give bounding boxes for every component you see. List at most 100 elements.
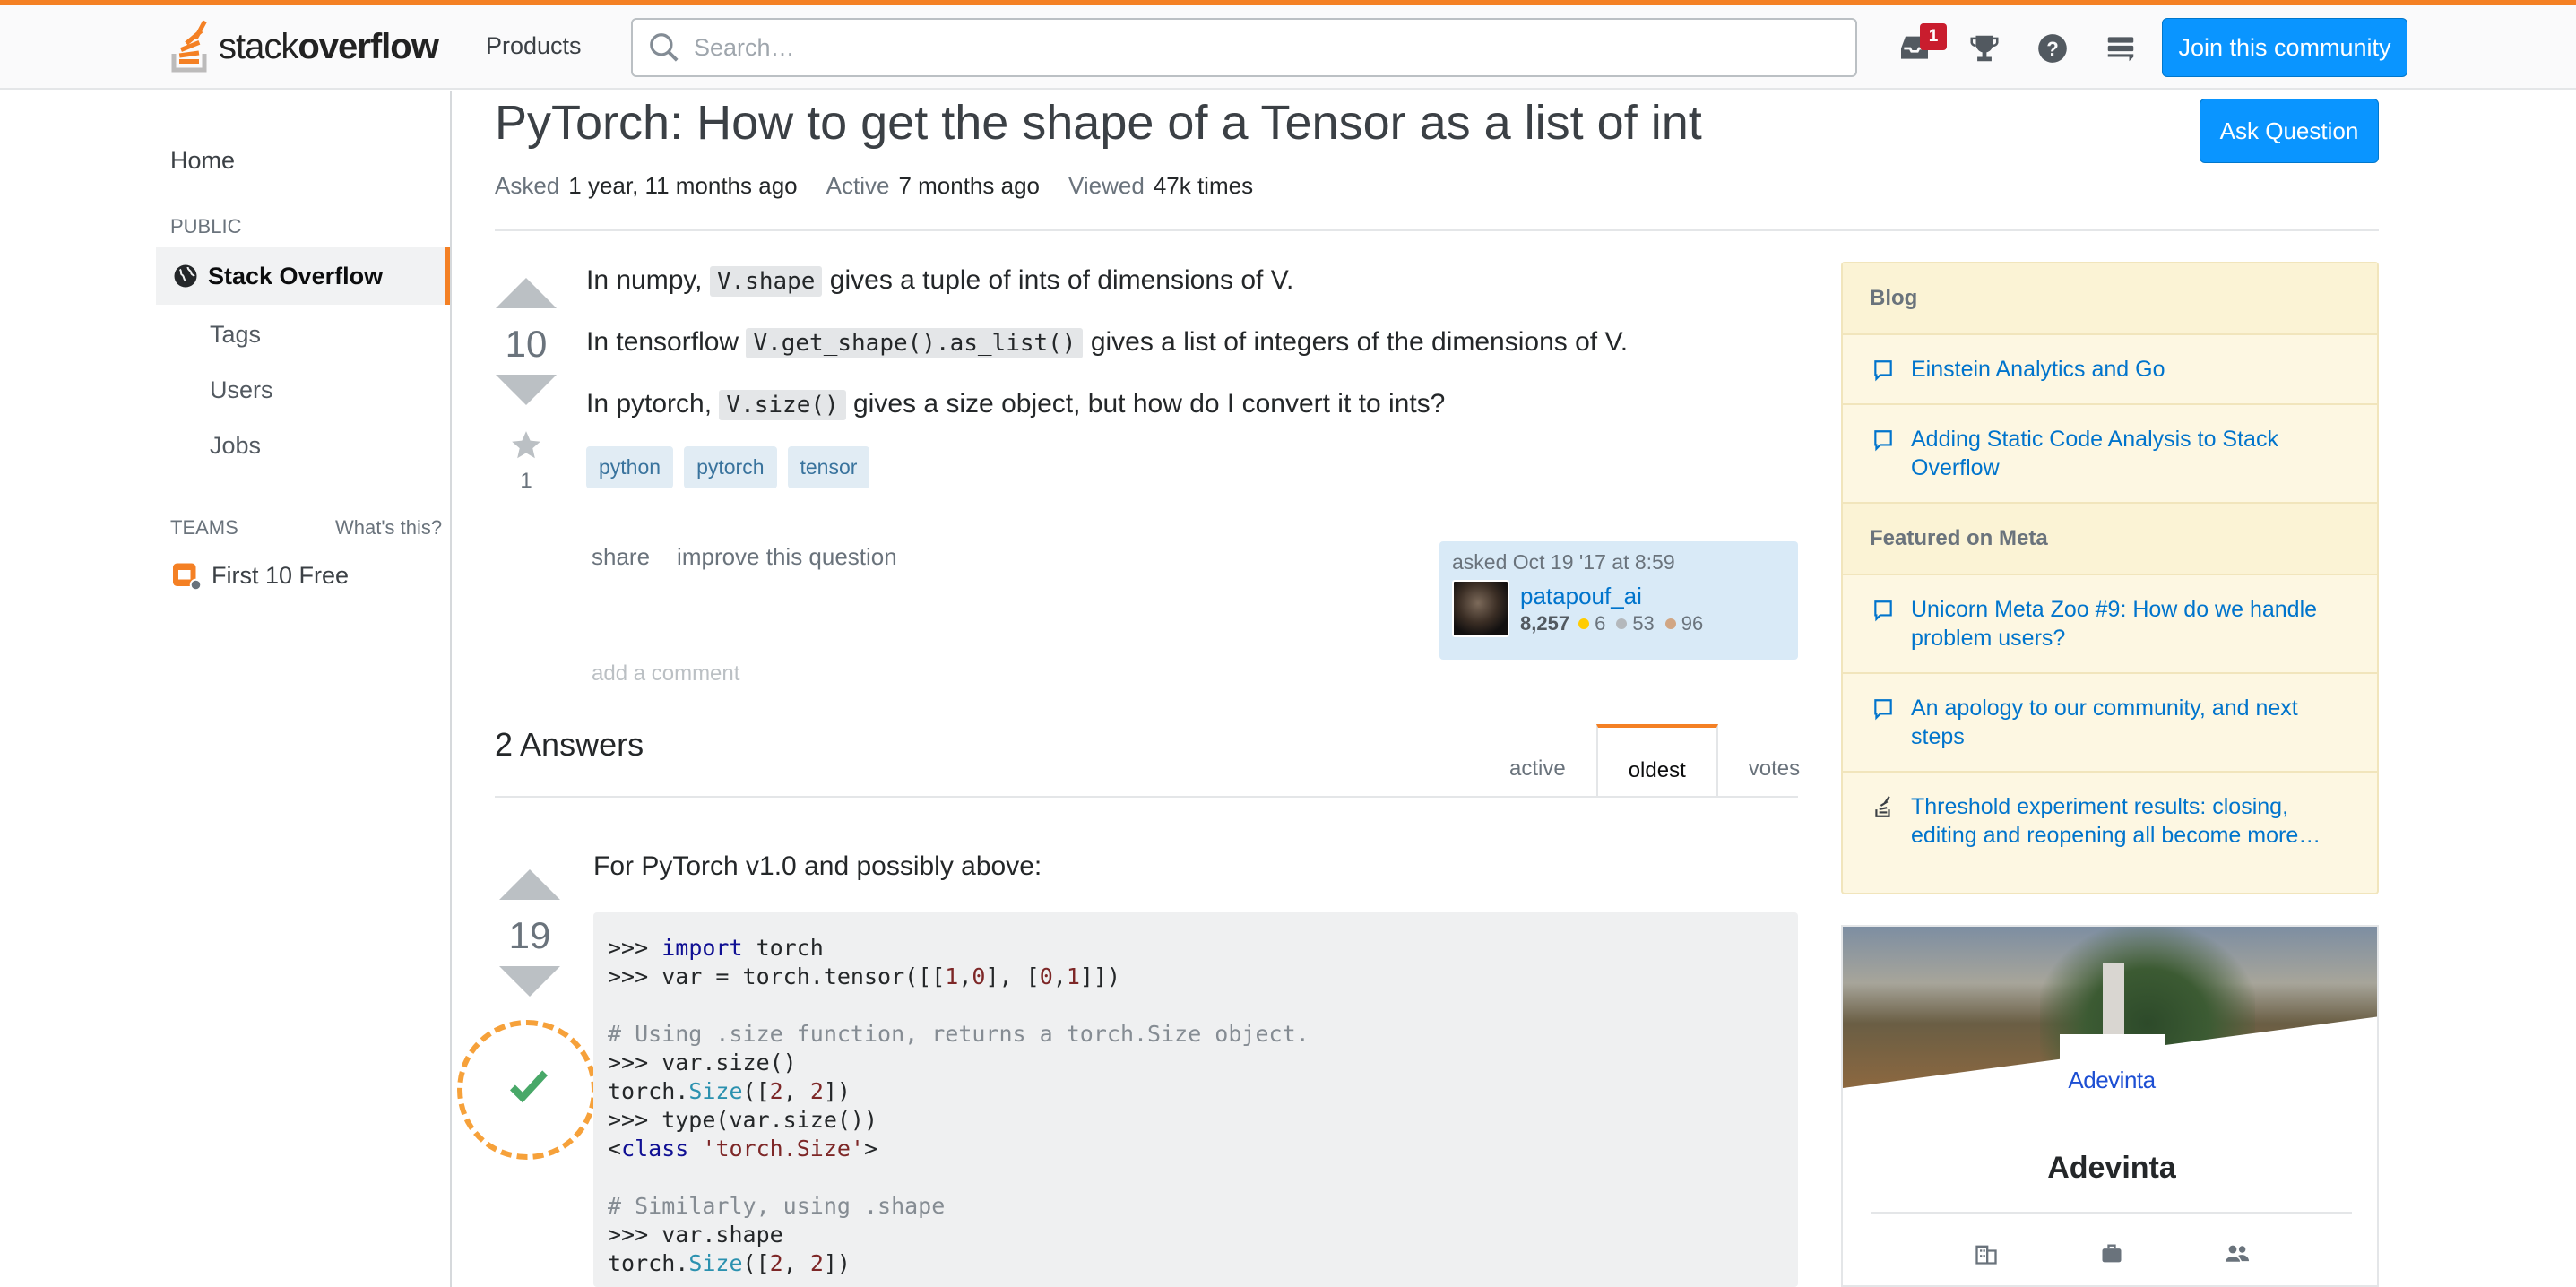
meta-item[interactable]: Unicorn Meta Zoo #9: How do we handle pr… (1843, 575, 2377, 674)
answer-code-block: >>> import torch >>> var = torch.tensor(… (593, 912, 1798, 1287)
upvote-arrow-icon[interactable] (496, 278, 557, 308)
question-body: In numpy, V.shape gives a tuple of ints … (586, 260, 1796, 445)
meta-item-title: Threshold experiment results: closing, e… (1911, 794, 2321, 848)
nav-public-heading: PUBLIC (170, 215, 242, 238)
meta-item-title: An apology to our community, and next st… (1911, 695, 2298, 749)
search-icon (650, 33, 679, 62)
speech-bubble-icon (1874, 360, 1892, 382)
blog-heading: Blog (1843, 263, 2377, 335)
answer-vote-column: 19 (498, 869, 561, 997)
company-ad-box[interactable]: Adevinta Adevinta (1841, 925, 2379, 1287)
nav-stack-overflow[interactable]: Stack Overflow (156, 247, 450, 305)
answers-divider (495, 796, 1798, 798)
accepted-check-icon (504, 1063, 554, 1118)
blog-item[interactable]: Einstein Analytics and Go (1843, 335, 2377, 405)
silver-badge-icon (1616, 618, 1628, 629)
meta-item[interactable]: An apology to our community, and next st… (1843, 674, 2377, 773)
inline-code: V.shape (709, 266, 823, 297)
products-menu[interactable]: Products (486, 32, 582, 60)
add-comment-link[interactable]: add a comment (592, 661, 739, 687)
question-post-menu: share improve this question (592, 543, 897, 571)
tag-tensor[interactable]: tensor (787, 446, 870, 488)
favorite-star-icon[interactable] (495, 428, 558, 467)
company-logo-text: Adevinta (2068, 1067, 2156, 1093)
meta-item-title: Unicorn Meta Zoo #9: How do we handle pr… (1911, 597, 2318, 651)
teams-first-free-link[interactable]: First 10 Free (170, 559, 349, 592)
teams-first-free-label: First 10 Free (212, 561, 350, 589)
site-switcher-icon[interactable] (2101, 29, 2140, 68)
bronze-badge-icon (1664, 618, 1676, 629)
question-paragraph: In pytorch, V.size() gives a size object… (586, 389, 1446, 420)
company-icon-row (1843, 1240, 2377, 1267)
left-sidebar: Home PUBLIC Stack Overflow Tags Users Jo… (0, 91, 452, 1287)
blog-item-title: Einstein Analytics and Go (1911, 357, 2165, 382)
tag-pytorch[interactable]: pytorch (684, 446, 777, 488)
speech-bubble-icon (1874, 699, 1892, 721)
logo-wordmark: stackoverflow (219, 26, 439, 66)
nav-users[interactable]: Users (210, 376, 273, 404)
header-divider (495, 229, 2379, 231)
question-tags: python pytorch tensor (586, 446, 870, 488)
bronze-badge-count: 96 (1681, 611, 1704, 635)
tab-oldest[interactable]: oldest (1595, 724, 1718, 798)
asked-timestamp: asked Oct 19 '17 at 8:59 (1452, 550, 1675, 574)
avatar[interactable] (1452, 580, 1509, 637)
teams-briefcase-icon (173, 563, 203, 592)
help-icon[interactable]: ? (2033, 29, 2072, 68)
nav-home[interactable]: Home (170, 147, 235, 175)
inline-code: V.get_shape().as_list() (746, 328, 1084, 358)
meta-item[interactable]: Threshold experiment results: closing, e… (1843, 773, 2377, 869)
tab-votes[interactable]: votes (1718, 724, 1830, 798)
blog-item[interactable]: Adding Static Code Analysis to Stack Ove… (1843, 405, 2377, 504)
meta-viewed: Viewed 47k times (1068, 172, 1254, 199)
teams-whats-this-link[interactable]: What's this? (335, 516, 442, 540)
nav-jobs[interactable]: Jobs (210, 432, 261, 460)
tab-active[interactable]: active (1479, 724, 1596, 798)
ask-question-button[interactable]: Ask Question (2200, 99, 2379, 163)
stackoverflow-logo[interactable]: stackoverflow (169, 18, 439, 75)
answer-vote-count: 19 (508, 914, 551, 956)
speech-bubble-icon (1874, 600, 1892, 622)
upvote-arrow-icon[interactable] (499, 869, 560, 900)
question-meta: Asked 1 year, 11 months ago Active 7 month… (495, 172, 1253, 200)
trophy-icon[interactable] (1965, 29, 2004, 68)
question-title[interactable]: PyTorch: How to get the shape of a Tenso… (495, 95, 1702, 151)
search-input[interactable] (694, 33, 1769, 62)
question-vote-count: 10 (505, 323, 548, 365)
featured-meta-heading: Featured on Meta (1843, 504, 2377, 575)
downvote-arrow-icon[interactable] (499, 966, 560, 997)
reputation-score: 8,257 (1520, 611, 1570, 635)
meta-active: Active 7 months ago (826, 172, 1040, 199)
silver-badge-count: 53 (1632, 611, 1655, 635)
inline-code: V.size() (719, 390, 846, 420)
nav-tags[interactable]: Tags (210, 321, 261, 349)
answer-intro-text: For PyTorch v1.0 and possibly above: (593, 851, 1042, 881)
nav-teams-heading: TEAMS (170, 516, 238, 539)
nav-stack-overflow-label: Stack Overflow (208, 262, 384, 289)
downvote-arrow-icon[interactable] (496, 375, 557, 405)
building-icon[interactable] (1973, 1240, 2000, 1267)
globe-icon (174, 264, 197, 288)
question-paragraph: In tensorflow V.get_shape().as_list() gi… (586, 327, 1629, 358)
stack-exchange-icon (1875, 796, 1890, 817)
tag-python[interactable]: python (586, 446, 674, 488)
blog-item-title: Adding Static Code Analysis to Stack Ove… (1911, 427, 2278, 480)
username-link[interactable]: patapouf_ai (1520, 583, 1703, 610)
question-paragraph: In numpy, V.shape gives a tuple of ints … (586, 265, 1294, 297)
search-box[interactable] (631, 18, 1857, 77)
inbox-badge: 1 (1920, 23, 1947, 50)
people-icon[interactable] (2224, 1240, 2251, 1267)
briefcase-icon[interactable] (2098, 1240, 2125, 1267)
speech-bubble-icon (1874, 430, 1892, 452)
blog-sidebar-widget: Blog Einstein Analytics and Go Adding St… (1841, 262, 2379, 894)
meta-asked: Asked 1 year, 11 months ago (495, 172, 798, 199)
improve-question-link[interactable]: improve this question (677, 543, 897, 571)
join-community-button[interactable]: Join this community (2162, 18, 2407, 77)
question-vote-column: 10 1 (495, 278, 558, 494)
answers-count-heading: 2 Answers (495, 726, 644, 763)
share-link[interactable]: share (592, 543, 650, 571)
company-name[interactable]: Adevinta (1843, 1151, 2377, 1186)
top-bar: stackoverflow Products 1 ? Join this com… (0, 5, 2576, 90)
company-divider (1871, 1212, 2352, 1214)
gold-badge-icon (1578, 618, 1590, 629)
